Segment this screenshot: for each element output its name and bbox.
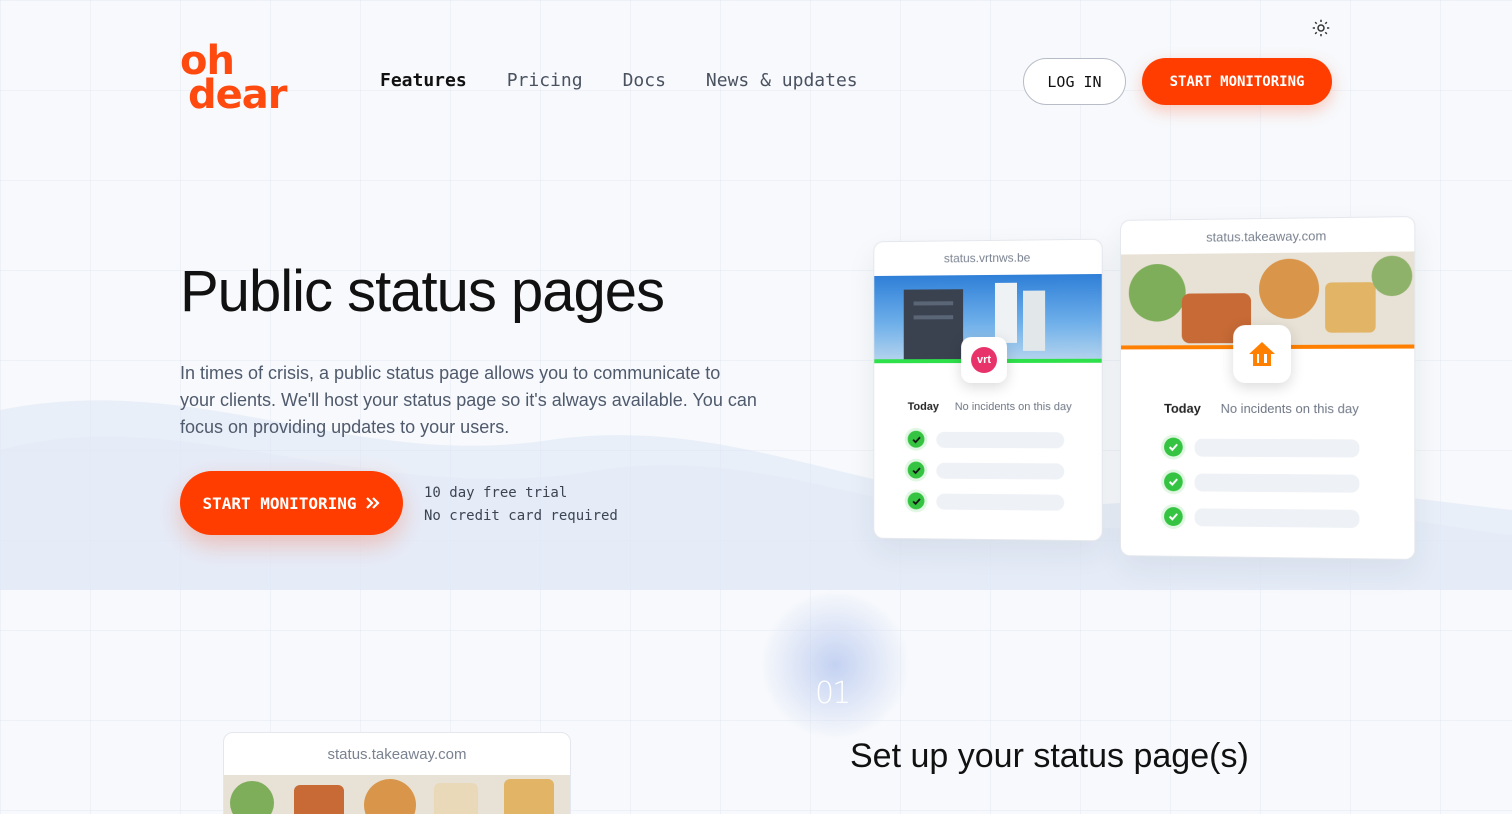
nav-pricing[interactable]: Pricing bbox=[507, 70, 583, 91]
list-item bbox=[907, 492, 1102, 511]
placeholder-bar bbox=[1194, 438, 1360, 457]
card-url: status.takeaway.com bbox=[327, 745, 467, 763]
card-url: status.takeaway.com bbox=[1206, 227, 1327, 245]
start-monitoring-header-button[interactable]: START MONITORING bbox=[1142, 58, 1332, 105]
page-title: Public status pages bbox=[180, 259, 665, 324]
card-status-text: No incidents on this day bbox=[1220, 400, 1359, 417]
trial-info: 10 day free trial No credit card require… bbox=[424, 482, 618, 528]
list-item bbox=[907, 430, 1102, 449]
list-item bbox=[1164, 507, 1414, 529]
card-today-label: Today bbox=[1164, 400, 1201, 416]
check-icon bbox=[1164, 507, 1183, 527]
step-glow bbox=[760, 590, 910, 740]
status-card-vrt: status.vrtnws.be vrt Today No incidents … bbox=[873, 238, 1103, 542]
logo-line-2: dear bbox=[188, 72, 287, 119]
placeholder-bar bbox=[936, 431, 1065, 448]
list-item bbox=[1164, 437, 1414, 458]
trial-line-1: 10 day free trial bbox=[424, 485, 568, 501]
check-icon bbox=[1164, 472, 1183, 492]
double-chevron-right-icon bbox=[365, 497, 380, 509]
hero-cta-label: START MONITORING bbox=[202, 493, 357, 513]
status-card-preview: status.takeaway.com bbox=[223, 732, 571, 814]
card-status-text: No incidents on this day bbox=[954, 400, 1072, 414]
nav-features[interactable]: Features bbox=[380, 70, 467, 91]
card-today-label: Today bbox=[907, 400, 939, 413]
card-image bbox=[1121, 251, 1415, 384]
nav-news-updates[interactable]: News & updates bbox=[706, 70, 858, 91]
step-title: Set up your status page(s) bbox=[850, 737, 1249, 775]
takeaway-house-icon bbox=[1249, 341, 1275, 367]
theme-toggle[interactable] bbox=[1310, 17, 1332, 39]
placeholder-bar bbox=[1194, 473, 1360, 493]
nav-docs[interactable]: Docs bbox=[623, 70, 666, 91]
check-icon bbox=[907, 461, 925, 479]
card-image bbox=[224, 775, 570, 814]
trial-line-2: No credit card required bbox=[424, 508, 618, 524]
check-icon bbox=[907, 492, 925, 510]
step-number: 01 bbox=[815, 676, 851, 711]
placeholder-bar bbox=[936, 493, 1065, 511]
placeholder-bar bbox=[936, 462, 1065, 480]
card-url: status.vrtnws.be bbox=[943, 250, 1031, 266]
vrt-logo: vrt bbox=[961, 336, 1007, 384]
card-image: vrt bbox=[874, 273, 1102, 384]
placeholder-bar bbox=[1194, 507, 1360, 528]
hero-description: In times of crisis, a public status page… bbox=[180, 363, 757, 437]
check-icon bbox=[1164, 437, 1183, 457]
sun-icon bbox=[1312, 19, 1330, 37]
status-card-takeaway: status.takeaway.com Today No incidents o… bbox=[1120, 216, 1416, 560]
takeaway-logo bbox=[1233, 324, 1291, 384]
login-button[interactable]: LOG IN bbox=[1023, 58, 1126, 105]
main-nav: Features Pricing Docs News & updates bbox=[380, 70, 858, 91]
check-icon bbox=[907, 430, 925, 448]
list-item bbox=[1164, 472, 1414, 493]
oh-dear-logo[interactable]: oh dear bbox=[180, 41, 287, 119]
vrt-logo-mark: vrt bbox=[971, 346, 997, 374]
start-monitoring-hero-button[interactable]: START MONITORING bbox=[180, 471, 403, 535]
list-item bbox=[907, 461, 1102, 480]
